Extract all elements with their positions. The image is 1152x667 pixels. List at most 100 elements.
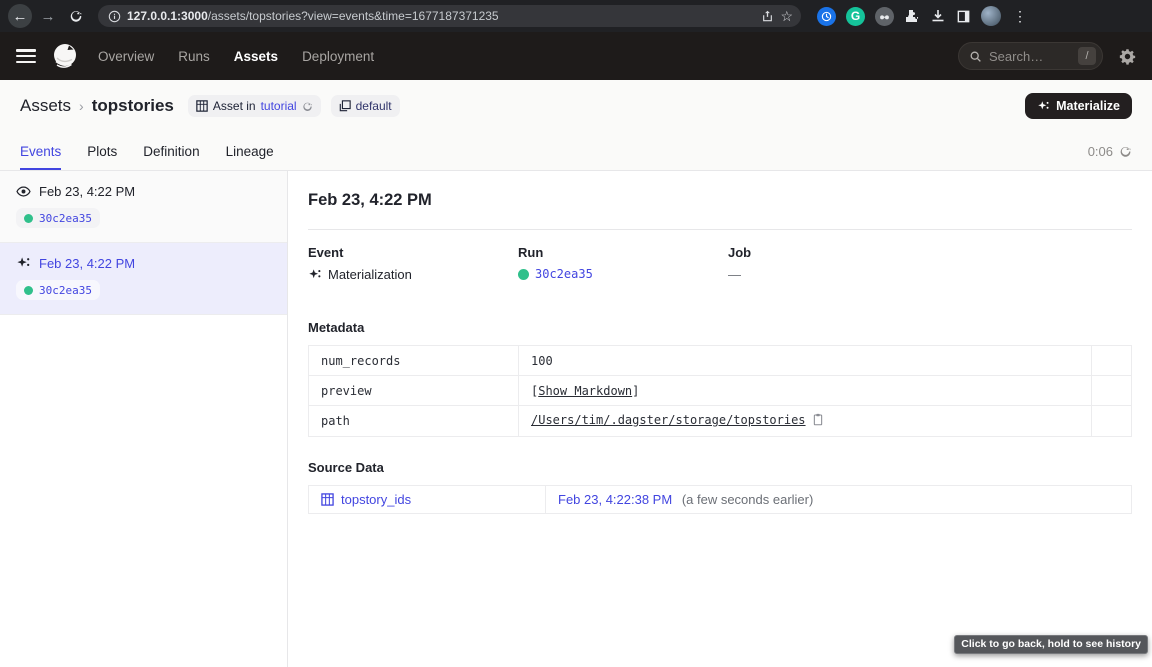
settings-gear-icon[interactable] <box>1119 48 1136 65</box>
event-list-item-materialization[interactable]: Feb 23, 4:22 PM 30c2ea35 <box>0 243 287 315</box>
tag-asset-in-tutorial[interactable]: Asset in tutorial <box>188 95 321 117</box>
asset-table-icon <box>321 493 334 506</box>
tab-definition[interactable]: Definition <box>143 132 199 170</box>
event-detail-title: Feb 23, 4:22 PM <box>308 191 1132 210</box>
share-icon[interactable] <box>761 9 774 23</box>
run-id: 30c2ea35 <box>39 284 92 297</box>
metadata-key: num_records <box>309 346 519 376</box>
reload-definitions-icon[interactable] <box>302 101 313 112</box>
tag-label-prefix: Asset in <box>213 99 256 113</box>
sparkle-icon <box>1037 100 1050 113</box>
asset-tabs: Events Plots Definition Lineage 0:06 <box>0 132 1152 171</box>
breadcrumb: Assets › topstories <box>20 96 174 116</box>
site-info-icon[interactable] <box>108 10 121 23</box>
browser-reload-button[interactable] <box>64 4 88 28</box>
tab-events[interactable]: Events <box>20 132 61 170</box>
eye-icon <box>16 184 31 199</box>
url-text: 127.0.0.1:3000/assets/topstories?view=ev… <box>127 9 499 23</box>
extension-icon-blue[interactable] <box>817 7 836 26</box>
downloads-icon[interactable] <box>930 8 946 24</box>
extensions-puzzle-icon[interactable] <box>904 8 920 24</box>
app-navbar: Overview Runs Assets Deployment / <box>0 32 1152 80</box>
event-column: Event Materialization <box>308 245 518 282</box>
run-status-dot <box>24 286 33 295</box>
materialization-sparkle-icon <box>308 268 322 282</box>
nav-item-overview[interactable]: Overview <box>98 49 154 64</box>
metadata-row-preview: preview [Show Markdown] <box>309 376 1132 406</box>
browser-extensions: G ⋮ <box>817 6 1029 26</box>
browser-toolbar: ← → 127.0.0.1:3000/assets/topstories?vie… <box>0 0 1152 32</box>
event-label: Event <box>308 245 518 260</box>
copy-path-icon[interactable] <box>812 415 824 429</box>
path-link[interactable]: /Users/tim/.dagster/storage/topstories <box>531 413 806 427</box>
metadata-row-num-records: num_records 100 <box>309 346 1132 376</box>
source-relative-time: (a few seconds earlier) <box>682 492 814 507</box>
run-label: Run <box>518 245 728 260</box>
tutorial-link[interactable]: tutorial <box>261 99 297 113</box>
refresh-timer: 0:06 <box>1088 132 1132 170</box>
breadcrumb-assets-link[interactable]: Assets <box>20 96 71 116</box>
extension-icon-goggles[interactable] <box>875 7 894 26</box>
metadata-key: path <box>309 406 519 437</box>
url-path: /assets/topstories?view=events&time=1677… <box>208 9 499 23</box>
profile-avatar[interactable] <box>981 6 1001 26</box>
url-host: 127.0.0.1:3000 <box>127 9 208 23</box>
side-panel-icon[interactable] <box>956 9 971 24</box>
tab-lineage[interactable]: Lineage <box>226 132 274 170</box>
run-tag[interactable]: 30c2ea35 <box>16 280 100 300</box>
dagster-logo[interactable] <box>50 41 80 71</box>
tag-group-default[interactable]: default <box>331 95 400 117</box>
metadata-value: 100 <box>519 346 1092 376</box>
search-shortcut-badge: / <box>1078 47 1096 65</box>
run-id: 30c2ea35 <box>39 212 92 225</box>
show-markdown-link[interactable]: Show Markdown <box>538 384 632 398</box>
bookmark-star-icon[interactable]: ☆ <box>780 8 793 25</box>
primary-nav: Overview Runs Assets Deployment <box>98 49 374 64</box>
refresh-icon[interactable] <box>1119 145 1132 158</box>
event-list-sidebar: Feb 23, 4:22 PM 30c2ea35 Feb 23, 4:22 PM… <box>0 171 288 667</box>
materialize-label: Materialize <box>1056 99 1120 113</box>
materialize-button[interactable]: Materialize <box>1025 93 1132 119</box>
asset-page-header: Assets › topstories Asset in tutorial de… <box>0 80 1152 132</box>
job-column: Job — <box>728 245 1132 282</box>
event-timestamp: Feb 23, 4:22 PM <box>39 184 135 199</box>
tag-group-label: default <box>356 99 392 113</box>
bracket: ] <box>632 384 639 398</box>
metadata-row-path: path /Users/tim/.dagster/storage/topstor… <box>309 406 1132 437</box>
asset-table-icon <box>196 100 208 112</box>
search-input[interactable] <box>989 49 1071 64</box>
browser-back-button[interactable]: ← <box>8 4 32 28</box>
event-list-item-observation[interactable]: Feb 23, 4:22 PM 30c2ea35 <box>0 171 287 243</box>
metadata-key: preview <box>309 376 519 406</box>
back-button-tooltip: Click to go back, hold to see history <box>954 635 1148 654</box>
nav-item-runs[interactable]: Runs <box>178 49 210 64</box>
run-id-link[interactable]: 30c2ea35 <box>535 267 593 281</box>
browser-menu-icon[interactable]: ⋮ <box>1011 8 1029 25</box>
page-title: topstories <box>92 96 174 116</box>
source-data-row: topstory_ids Feb 23, 4:22:38 PM (a few s… <box>309 486 1132 514</box>
address-bar[interactable]: 127.0.0.1:3000/assets/topstories?view=ev… <box>98 5 801 27</box>
timer-value: 0:06 <box>1088 144 1113 159</box>
event-type-value: Materialization <box>328 267 412 282</box>
job-label: Job <box>728 245 1132 260</box>
source-timestamp-link[interactable]: Feb 23, 4:22:38 PM <box>558 492 672 507</box>
nav-item-deployment[interactable]: Deployment <box>302 49 374 64</box>
event-timestamp: Feb 23, 4:22 PM <box>39 256 135 271</box>
grammarly-icon[interactable]: G <box>846 7 865 26</box>
run-status-dot <box>24 214 33 223</box>
search-icon <box>969 50 982 63</box>
run-status-dot <box>518 269 529 280</box>
run-column: Run 30c2ea35 <box>518 245 728 282</box>
tab-plots[interactable]: Plots <box>87 132 117 170</box>
global-search[interactable]: / <box>958 42 1103 70</box>
hamburger-menu-icon[interactable] <box>16 49 36 63</box>
source-data-title: Source Data <box>308 460 1132 475</box>
event-detail-panel: Feb 23, 4:22 PM Event Materialization Ru… <box>288 171 1152 667</box>
nav-item-assets[interactable]: Assets <box>234 49 278 64</box>
breadcrumb-separator: › <box>79 98 84 114</box>
browser-forward-button[interactable]: → <box>36 4 60 28</box>
run-tag[interactable]: 30c2ea35 <box>16 208 100 228</box>
upstream-asset-link[interactable]: topstory_ids <box>321 492 533 507</box>
job-value: — <box>728 267 1132 282</box>
group-layers-icon <box>339 100 351 112</box>
